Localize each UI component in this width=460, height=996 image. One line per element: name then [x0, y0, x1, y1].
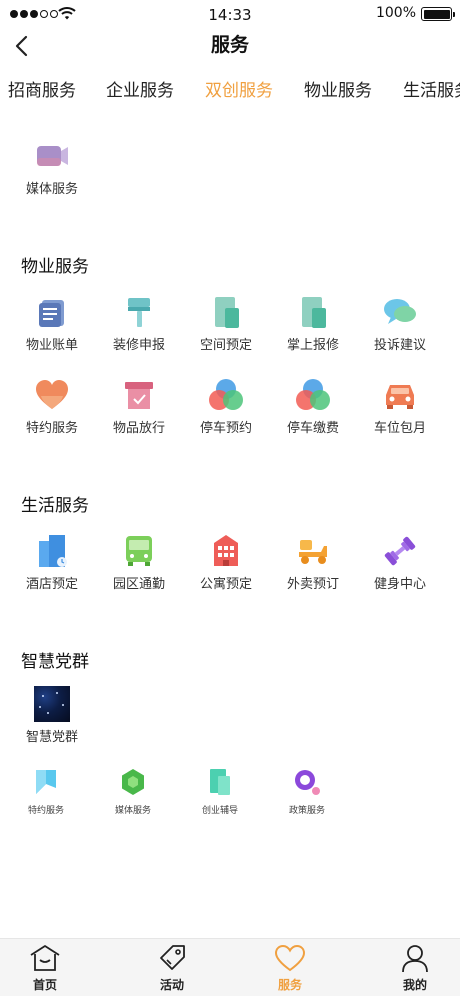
service-item-label: 酒店预定	[25, 577, 78, 592]
tabbar-label: 服务	[277, 978, 302, 992]
tabbar-label: 首页	[32, 978, 57, 992]
dumbbell-icon	[384, 536, 416, 566]
scooter-icon	[299, 540, 327, 564]
service-item-special[interactable]: 特约服务	[8, 377, 96, 439]
service-item-gym[interactable]: 健身中心	[356, 533, 444, 595]
service-item-label: 车位包月	[373, 421, 426, 436]
section-title-life: 生活服务	[21, 496, 89, 516]
battery-percentage: 100%	[375, 5, 416, 21]
space-icon	[215, 297, 239, 328]
party-item-special[interactable]: 特约服务	[2, 766, 90, 816]
service-item-label: 外卖预订	[286, 577, 339, 592]
heart-icon	[36, 380, 68, 409]
party-photo-label: 智慧党群	[25, 730, 78, 745]
service-item-renovation[interactable]: 装修申报	[95, 294, 183, 356]
hotel-icon	[39, 535, 67, 567]
party-item-media[interactable]: 媒体服务	[89, 766, 177, 816]
service-item-repair[interactable]: 掌上报修	[269, 294, 357, 356]
service-item-commute[interactable]: 园区通勤	[95, 533, 183, 595]
party-item-label: 政策服务	[288, 806, 325, 816]
tab-zhaoshang[interactable]: 招商服务	[8, 76, 76, 101]
service-item-label: 公寓预定	[199, 577, 252, 592]
search-q-icon	[295, 770, 320, 795]
tab-enterprise[interactable]: 企业服务	[106, 76, 174, 101]
section-title-party: 智慧党群	[21, 652, 89, 672]
service-item-label: 装修申报	[112, 338, 165, 353]
box-icon	[125, 382, 153, 409]
tag-icon	[160, 945, 185, 970]
bus-icon	[126, 536, 152, 566]
service-item-hotel[interactable]: 酒店预定	[8, 533, 96, 595]
document-icon	[210, 769, 230, 795]
tabbar-home[interactable]: 首页	[5, 943, 85, 993]
service-item-space-booking[interactable]: 空间预定	[182, 294, 270, 356]
home-icon	[30, 945, 60, 971]
bill-icon	[39, 300, 64, 327]
circles-icon	[209, 379, 243, 410]
service-item-label: 停车缴费	[286, 421, 339, 436]
service-item-label: 媒体服务	[25, 182, 78, 197]
service-item-label: 停车预约	[199, 421, 252, 436]
party-photo-item[interactable]: 智慧党群	[20, 686, 84, 745]
tab-life[interactable]: 生活服务	[403, 76, 460, 101]
car-icon	[386, 385, 414, 409]
camera-icon	[37, 146, 68, 166]
tabbar-label: 我的	[402, 978, 427, 992]
service-item-complaint[interactable]: 投诉建议	[356, 294, 444, 356]
person-icon	[402, 945, 428, 973]
service-item-apartment[interactable]: 公寓预定	[182, 533, 270, 595]
service-item-monthly-parking[interactable]: 车位包月	[356, 377, 444, 439]
chat-bubbles-icon	[384, 299, 416, 324]
party-thumbnail	[34, 686, 70, 722]
repair-icon	[302, 297, 326, 328]
service-item-bill[interactable]: 物业账单	[8, 294, 96, 356]
status-bar: 14:33 100%	[0, 0, 460, 28]
tabbar-activity[interactable]: 活动	[132, 943, 212, 993]
bottom-tab-bar: 首页 活动 服务 我的	[0, 938, 460, 996]
nav-bar: 服务	[0, 28, 460, 64]
circles-icon	[296, 379, 330, 410]
apartment-icon	[214, 535, 238, 566]
service-item-parking-fee[interactable]: 停车缴费	[269, 377, 357, 439]
service-item-takeout[interactable]: 外卖预订	[269, 533, 357, 595]
service-item-release[interactable]: 物品放行	[95, 377, 183, 439]
section-title-property: 物业服务	[21, 257, 89, 277]
party-item-label: 特约服务	[27, 806, 64, 816]
party-item-startup[interactable]: 创业辅导	[176, 766, 264, 816]
tab-shuangchuang[interactable]: 双创服务	[205, 76, 273, 101]
heart-outline-icon	[274, 944, 306, 972]
party-item-label: 媒体服务	[114, 806, 151, 816]
flag-icon	[36, 770, 56, 794]
service-item-label: 园区通勤	[112, 577, 165, 592]
service-item-label: 物业账单	[25, 338, 78, 353]
paint-roller-icon	[128, 298, 150, 327]
service-item-label: 特约服务	[25, 421, 78, 436]
party-item-policy[interactable]: 政策服务	[263, 766, 351, 816]
service-item-label: 投诉建议	[373, 338, 426, 353]
tabbar-service[interactable]: 服务	[250, 943, 330, 993]
tab-property[interactable]: 物业服务	[304, 76, 372, 101]
tabbar-mine[interactable]: 我的	[375, 943, 455, 993]
tabbar-label: 活动	[159, 978, 184, 992]
service-item-label: 健身中心	[373, 577, 426, 592]
service-item-parking-booking[interactable]: 停车预约	[182, 377, 270, 439]
page-title: 服务	[210, 34, 249, 56]
battery-icon	[421, 7, 455, 21]
category-tabs: 招商服务 企业服务 双创服务 物业服务 生活服务	[0, 76, 460, 108]
party-item-label: 创业辅导	[201, 806, 238, 816]
service-item-label: 空间预定	[199, 338, 252, 353]
hexagon-icon	[122, 769, 144, 795]
service-item-label: 掌上报修	[286, 338, 339, 353]
service-item-media[interactable]: 媒体服务	[8, 138, 96, 200]
service-item-label: 物品放行	[112, 421, 165, 436]
